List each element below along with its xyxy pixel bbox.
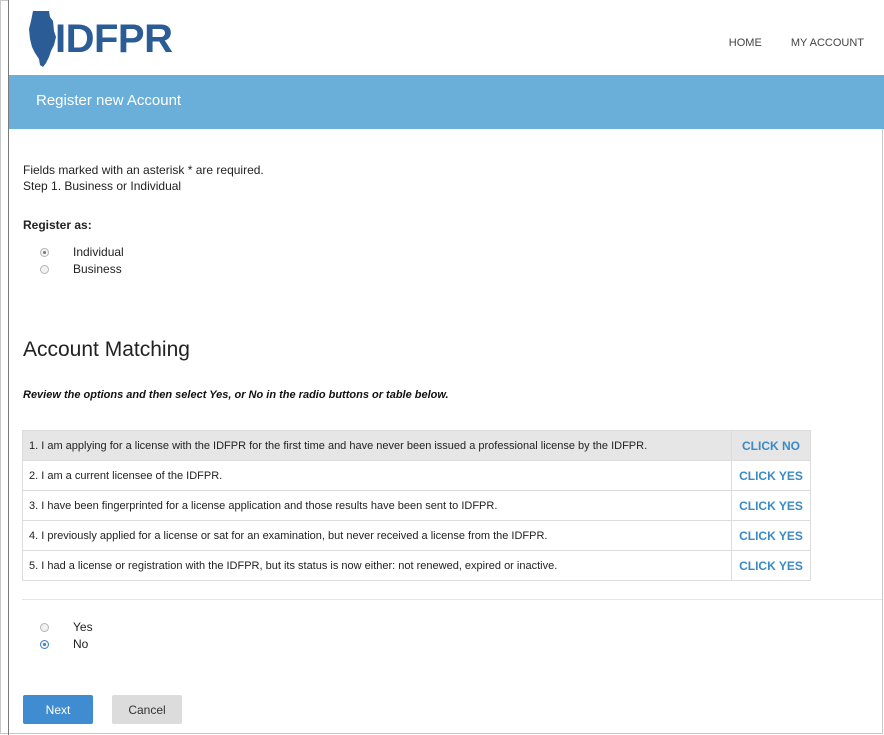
page-banner: Register new Account xyxy=(9,75,884,129)
option-text: 5. I had a license or registration with … xyxy=(22,550,732,581)
register-individual-option[interactable]: Individual xyxy=(40,245,124,259)
individual-radio[interactable] xyxy=(40,247,49,257)
click-no-link[interactable]: CLICK NO xyxy=(731,430,811,461)
cancel-button[interactable]: Cancel xyxy=(112,695,182,724)
answer-no-option[interactable]: No xyxy=(40,637,88,651)
top-navigation: HOME MY ACCOUNT xyxy=(703,37,864,49)
yes-radio[interactable] xyxy=(40,622,49,632)
no-label: No xyxy=(73,637,89,651)
register-business-option[interactable]: Business xyxy=(40,262,122,276)
business-label: Business xyxy=(73,262,122,276)
section-heading: Account Matching xyxy=(23,338,190,361)
table-row: 4. I previously applied for a license or… xyxy=(22,520,811,551)
option-text: 4. I previously applied for a license or… xyxy=(22,520,732,551)
option-text: 1. I am applying for a license with the … xyxy=(22,430,732,461)
option-text: 2. I am a current licensee of the IDFPR. xyxy=(22,460,732,491)
nav-my-account-link[interactable]: MY ACCOUNT xyxy=(791,37,864,49)
individual-label: Individual xyxy=(73,245,124,259)
table-row: 2. I am a current licensee of the IDFPR.… xyxy=(22,460,811,491)
register-as-label: Register as: xyxy=(23,218,92,232)
table-row: 3. I have been fingerprinted for a licen… xyxy=(22,490,811,521)
no-radio[interactable] xyxy=(40,639,49,649)
click-yes-link[interactable]: CLICK YES xyxy=(731,550,811,581)
click-yes-link[interactable]: CLICK YES xyxy=(731,460,811,491)
divider xyxy=(22,599,882,600)
page-title: Register new Account xyxy=(36,92,182,109)
answer-yes-option[interactable]: Yes xyxy=(40,620,93,634)
step-label: Step 1. Business or Individual xyxy=(23,179,182,193)
matching-options-table: 1. I am applying for a license with the … xyxy=(22,430,811,581)
option-text: 3. I have been fingerprinted for a licen… xyxy=(22,490,732,521)
site-header: IDFPR HOME MY ACCOUNT xyxy=(9,0,884,75)
table-row: 5. I had a license or registration with … xyxy=(22,550,811,581)
click-yes-link[interactable]: CLICK YES xyxy=(731,520,811,551)
instructions-text: Review the options and then select Yes, … xyxy=(23,389,449,401)
required-fields-note: Fields marked with an asterisk * are req… xyxy=(23,163,264,177)
yes-label: Yes xyxy=(73,620,93,634)
business-radio[interactable] xyxy=(40,264,49,274)
nav-home-link[interactable]: HOME xyxy=(729,37,762,49)
click-yes-link[interactable]: CLICK YES xyxy=(731,490,811,521)
illinois-state-icon xyxy=(29,11,56,67)
brand-name: IDFPR xyxy=(55,17,173,61)
table-row: 1. I am applying for a license with the … xyxy=(22,430,811,461)
idfpr-logo[interactable]: IDFPR xyxy=(27,8,173,70)
next-button[interactable]: Next xyxy=(23,695,93,724)
